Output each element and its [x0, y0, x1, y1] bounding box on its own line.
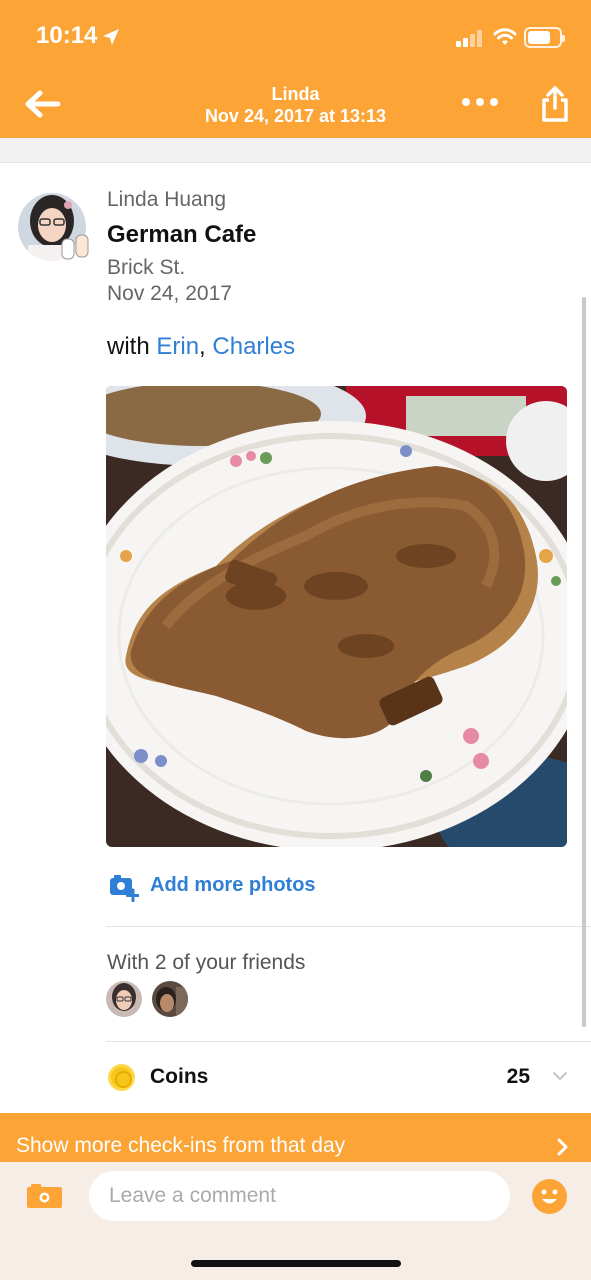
more-checkins-banner[interactable]: Show more check-ins from that day [0, 1113, 591, 1162]
checkin-photo[interactable] [106, 386, 567, 847]
more-checkins-label: Show more check-ins from that day [16, 1134, 346, 1157]
home-indicator [191, 1260, 401, 1267]
friends-count-label: With 2 of your friends [107, 951, 306, 974]
chevron-down-icon[interactable] [552, 1070, 568, 1082]
location-arrow-icon [103, 29, 119, 45]
user-avatar[interactable] [18, 191, 90, 263]
header-shadow-gap [0, 138, 591, 163]
share-icon[interactable] [540, 84, 570, 124]
battery-icon [524, 27, 565, 48]
checkin-date: Nov 24, 2017 [107, 282, 232, 305]
top-bar: 10:14 Linda Nov 24, 2017 at 13:13 [0, 0, 591, 138]
cellular-signal-icon [456, 29, 486, 47]
add-photo-icon [110, 875, 139, 902]
scrollbar[interactable] [582, 297, 586, 1027]
header-user-name: Linda [271, 84, 320, 104]
back-arrow-icon[interactable] [22, 86, 62, 122]
companion-separator: , [199, 333, 213, 360]
checkin-user-name[interactable]: Linda Huang [107, 188, 226, 212]
with-prefix: with [107, 333, 157, 360]
companions-line: with Erin, Charles [107, 333, 295, 361]
coin-icon [108, 1064, 135, 1091]
coins-label: Coins [150, 1065, 209, 1088]
emoji-icon[interactable] [532, 1179, 567, 1214]
add-photos-label: Add more photos [150, 874, 316, 896]
divider [106, 1041, 591, 1042]
venue-address: Brick St. [107, 256, 186, 279]
friend-avatar[interactable] [106, 981, 142, 1017]
divider [106, 926, 591, 927]
header-timestamp: Nov 24, 2017 at 13:13 [204, 106, 387, 126]
camera-icon[interactable] [27, 1184, 62, 1208]
wifi-icon [493, 28, 517, 45]
status-time: 10:14 [36, 22, 98, 49]
companion-link-erin[interactable]: Erin [156, 333, 199, 360]
venue-name[interactable]: German Cafe [107, 221, 256, 249]
friend-avatar[interactable] [152, 981, 188, 1017]
comment-input[interactable] [89, 1171, 510, 1221]
more-icon[interactable] [462, 96, 500, 110]
companion-link-charles[interactable]: Charles [212, 333, 295, 360]
chevron-right-icon [557, 1138, 568, 1156]
coins-value: 25 [506, 1065, 530, 1088]
